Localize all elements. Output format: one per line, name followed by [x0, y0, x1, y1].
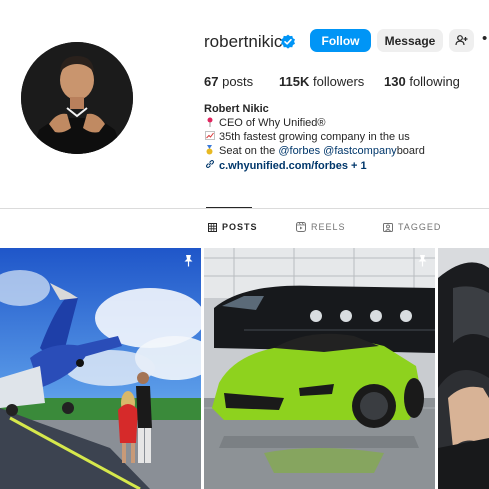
tab-tagged[interactable]: TAGGED — [383, 222, 441, 232]
tagged-icon — [383, 223, 393, 232]
message-button[interactable]: Message — [377, 29, 443, 52]
post-thumbnail[interactable] — [0, 248, 201, 489]
link-icon — [204, 159, 215, 174]
tab-posts-label: POSTS — [222, 222, 258, 232]
verified-badge-icon — [281, 34, 295, 49]
chart-emoji-icon — [204, 131, 215, 145]
bio-line-ceo-text: CEO of Why Unified® — [219, 117, 326, 129]
active-tab-indicator — [206, 207, 252, 208]
posts-count: 67 posts — [204, 74, 253, 89]
following-count-label: following — [409, 74, 460, 89]
more-options-icon[interactable]: • — [482, 30, 487, 47]
bio-line-board: Seat on the @forbes @fastcompany board — [204, 144, 484, 160]
post-image-jet-couple — [0, 248, 201, 489]
tab-tagged-label: TAGGED — [398, 222, 442, 232]
pin-icon — [418, 255, 427, 267]
followers-count-value: 115K — [279, 74, 310, 89]
bio-line-ceo: CEO of Why Unified® — [204, 117, 484, 132]
tab-reels[interactable]: REELS — [296, 222, 346, 232]
following-count[interactable]: 130 following — [384, 74, 460, 89]
post-image-steering-wheel — [438, 248, 489, 489]
post-thumbnail[interactable] — [438, 248, 489, 489]
reels-icon — [296, 222, 306, 232]
bio-link[interactable]: c.whyunified.com/forbes + 1 — [219, 160, 367, 174]
posts-count-label: posts — [222, 74, 254, 89]
following-count-value: 130 — [384, 74, 406, 89]
grid-icon — [208, 222, 217, 232]
pin-emoji-icon — [204, 117, 215, 132]
tab-posts[interactable]: POSTS — [208, 222, 258, 232]
profile-username: robertnikic — [204, 32, 283, 51]
bio-line-board-prefix: Seat on the — [219, 145, 276, 157]
follow-button[interactable]: Follow — [310, 29, 371, 52]
add-user-icon — [455, 35, 468, 46]
profile-full-name: Robert Nikic — [204, 103, 269, 115]
posts-count-value: 67 — [204, 74, 219, 89]
bio-link-row[interactable]: c.whyunified.com/forbes + 1 — [204, 159, 484, 174]
tabs-divider — [0, 208, 489, 209]
profile-avatar[interactable] — [21, 42, 133, 154]
bio-line-growth: 35th fastest growing company in the us — [204, 131, 484, 145]
pin-icon — [184, 255, 193, 267]
bio-line-growth-text: 35th fastest growing company in the us — [219, 131, 410, 143]
tab-reels-label: REELS — [311, 222, 346, 232]
followers-count-label: followers — [313, 74, 365, 89]
post-thumbnail[interactable] — [204, 248, 435, 489]
suggested-users-button[interactable] — [449, 29, 474, 52]
bio-line-board-suffix: board — [396, 145, 425, 157]
profile-bio: Robert Nikic CEO of Why Unified® 35th fa… — [204, 103, 484, 174]
mention-forbes[interactable]: @forbes — [278, 145, 320, 159]
mention-fastcompany[interactable]: @fastcompany — [323, 145, 397, 159]
followers-count[interactable]: 115K followers — [279, 74, 364, 89]
post-image-lime-car — [204, 248, 435, 489]
medal-emoji-icon — [204, 144, 215, 160]
